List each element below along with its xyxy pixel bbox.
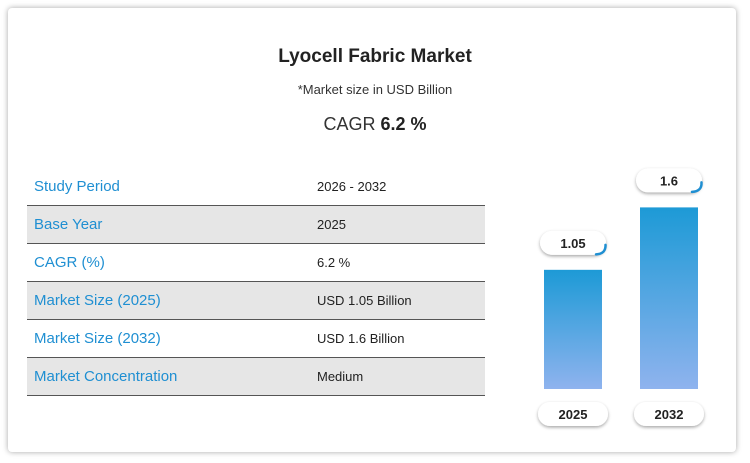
svg-text:2025: 2025 [559,407,588,422]
svg-text:1.05: 1.05 [560,236,585,251]
market-size-bar-chart: 1.05 2025 1.6 2032 [538,168,704,426]
data-label-2032: 1.6 [636,168,703,194]
svg-text:2032: 2032 [655,407,684,422]
tick-label-2025: 2025 [538,402,608,426]
bar-2032 [640,207,698,389]
data-label-2025: 1.05 [540,230,607,256]
bar-2025 [544,269,602,389]
tick-label-2032: 2032 [634,402,704,426]
svg-text:1.6: 1.6 [660,173,678,188]
